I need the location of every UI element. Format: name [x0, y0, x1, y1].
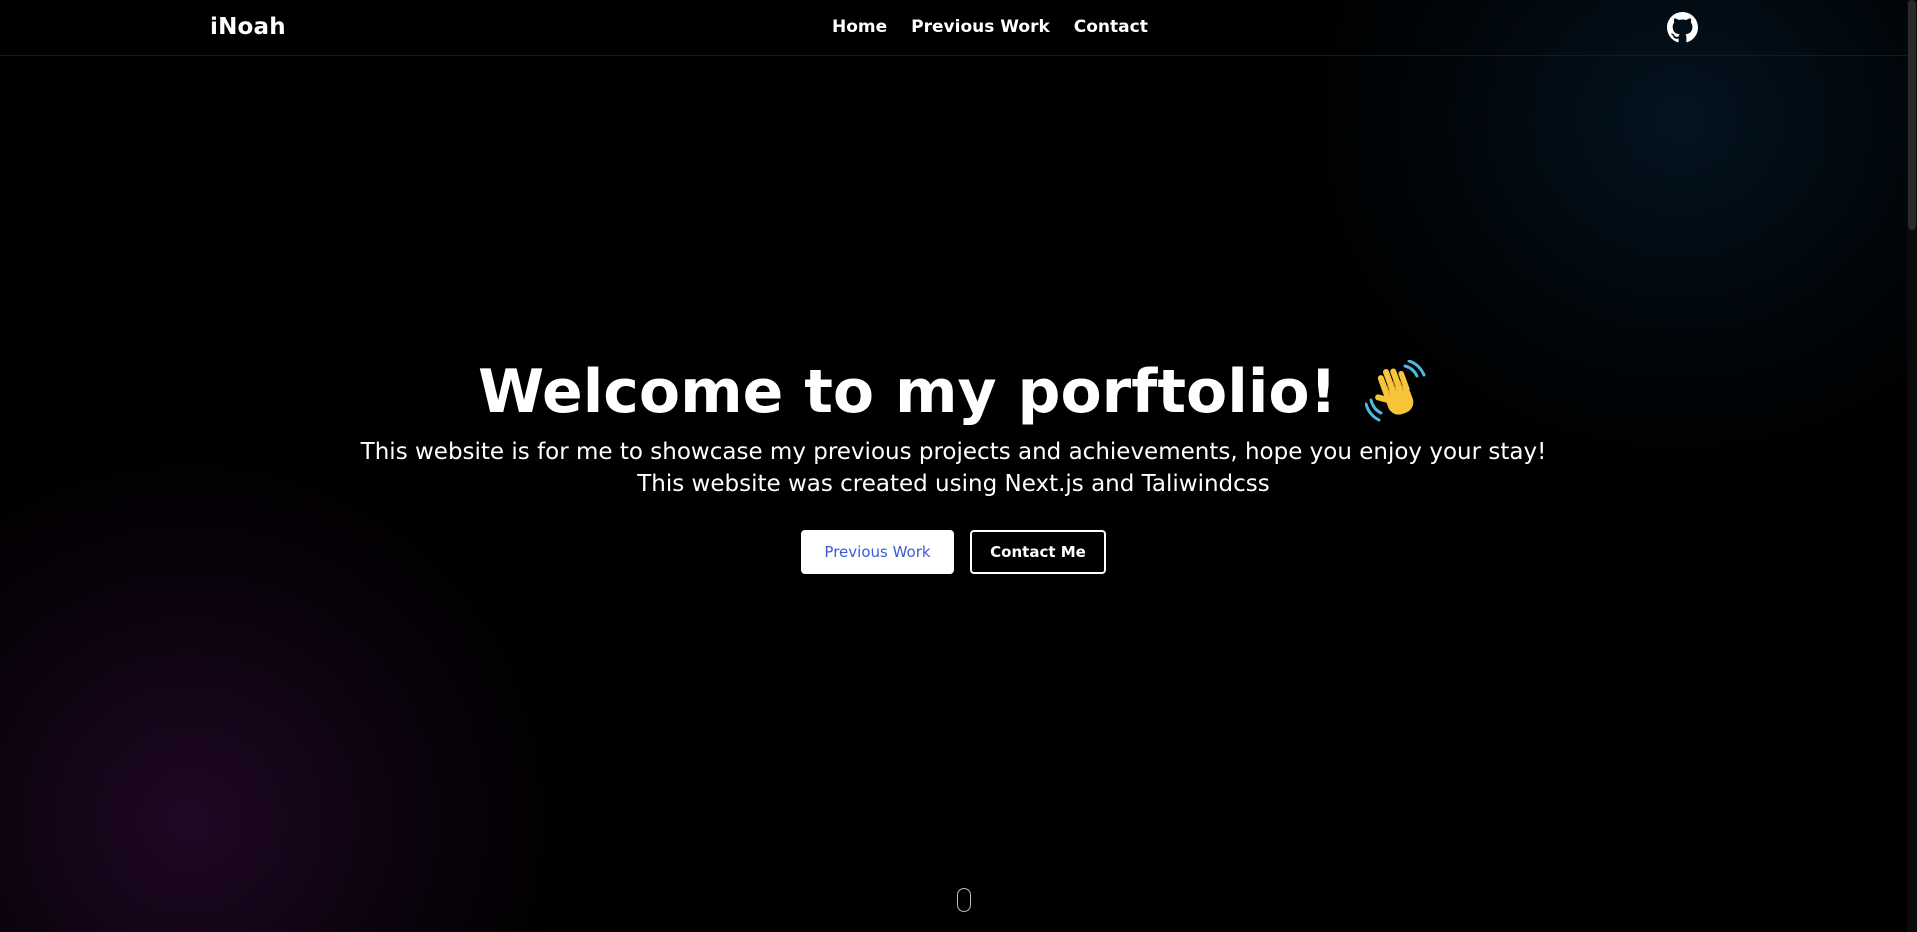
hero-subtitle-line-1: This website is for me to showcase my pr…: [360, 439, 1547, 465]
nav-link-home[interactable]: Home: [832, 17, 887, 37]
scrollbar[interactable]: [1907, 0, 1917, 932]
brand-logo[interactable]: iNoah: [210, 14, 286, 40]
scroll-down-icon[interactable]: [957, 888, 971, 912]
previous-work-button[interactable]: Previous Work: [801, 530, 954, 574]
hero-section: Welcome to my porftolio! This website is…: [0, 356, 1907, 574]
hero-subtitle-line-2: This website was created using Next.js a…: [637, 471, 1270, 497]
page: iNoah Home Previous Work Contact Welcome…: [0, 0, 1917, 932]
hero-title-text: Welcome to my porftolio!: [478, 357, 1337, 427]
scrollbar-thumb[interactable]: [1908, 0, 1916, 230]
nav-link-previous-work[interactable]: Previous Work: [911, 17, 1050, 37]
contact-me-button[interactable]: Contact Me: [970, 530, 1106, 574]
hero-title: Welcome to my porftolio!: [478, 356, 1429, 428]
nav-link-contact[interactable]: Contact: [1074, 17, 1148, 37]
hero-buttons: Previous Work Contact Me: [0, 530, 1907, 574]
github-icon[interactable]: [1667, 12, 1698, 43]
waving-hand-icon: [1364, 359, 1429, 424]
hero-subtitle: This website is for me to showcase my pr…: [0, 436, 1907, 500]
nav-links: Home Previous Work Contact: [832, 17, 1148, 37]
navbar: iNoah Home Previous Work Contact: [0, 0, 1907, 56]
